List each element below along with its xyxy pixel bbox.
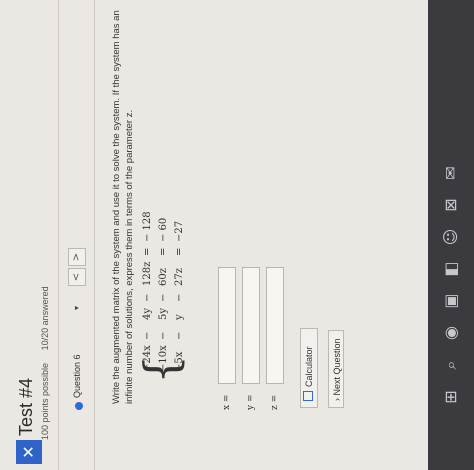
files-icon[interactable]: ◧ [438,256,464,282]
answered-count: 10/20 answered [40,286,50,351]
search-icon[interactable]: ⌕ [438,352,464,378]
test-progress: 100 points possible 10/20 answered [40,286,50,440]
people-icon[interactable]: ☺ [438,224,464,250]
calculator-button[interactable]: Calculator [300,328,318,408]
next-question-button[interactable]: › Next Question [328,330,344,408]
close-button[interactable]: ✕ [16,440,42,464]
x-label: x = [222,394,232,410]
question-status-dot [75,402,83,410]
divider [58,0,59,470]
browser-window: ✕ Test #4 100 points possible 10/20 answ… [0,0,428,470]
x-answer-input[interactable] [218,267,236,384]
question-instructions: Write the augmented matrix of the system… [111,10,135,404]
task-view-icon[interactable]: ◉ [438,320,464,346]
calculator-icon [303,391,313,401]
y-answer-input[interactable] [242,267,260,384]
next-question-nav-button[interactable]: > [68,248,86,266]
taskbar: ⊞ ⌕ ◉ ▣ ◧ ☺ ⊠ ✉ [428,0,474,470]
z-label: z = [270,394,280,410]
points-possible: 100 points possible [40,362,50,440]
browser-icon[interactable]: ▣ [438,288,464,314]
y-label: y = [246,394,256,411]
prev-question-button[interactable]: < [68,268,86,286]
page-title: Test #4 [16,377,36,436]
mail-icon[interactable]: ✉ [438,160,464,186]
rotated-photo: ✕ Test #4 100 points possible 10/20 answ… [0,0,474,470]
store-icon[interactable]: ⊠ [438,192,464,218]
question-selector[interactable]: Question 6 [72,354,82,398]
z-answer-input[interactable] [266,267,284,384]
chevron-down-icon[interactable]: ▾ [72,306,81,310]
windows-icon[interactable]: ⊞ [438,384,464,410]
divider [94,0,95,470]
